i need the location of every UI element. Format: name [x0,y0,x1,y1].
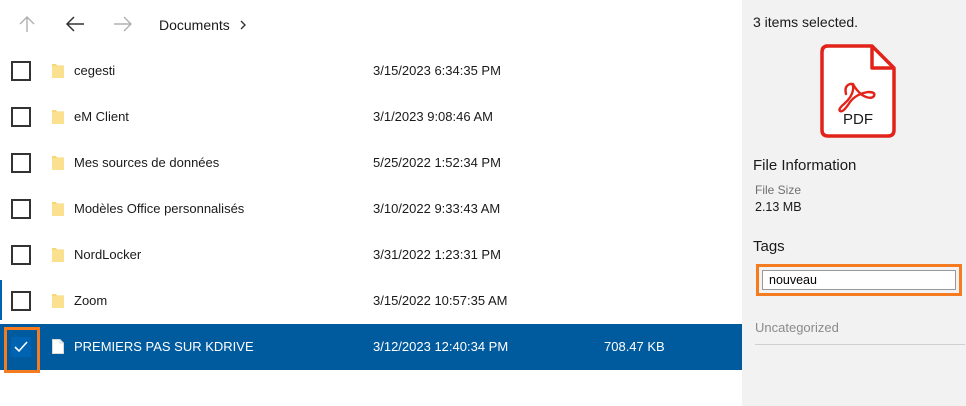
folder-icon [52,248,64,262]
row-checkbox-checked[interactable] [11,337,31,357]
row-checkbox[interactable] [11,245,31,265]
checkmark-icon [14,341,28,353]
list-item[interactable]: cegesti 3/15/2023 6:34:35 PM [0,48,742,94]
arrow-right-icon[interactable] [109,10,137,38]
folder-icon [52,110,64,124]
category-label[interactable]: Uncategorized [755,320,839,335]
tags-input-highlight [756,264,962,296]
pdf-label: PDF [843,111,873,128]
folder-icon [52,64,64,78]
file-date: 3/15/2022 10:57:35 AM [373,293,508,308]
row-checkbox[interactable] [11,107,31,127]
breadcrumb-documents[interactable]: Documents [159,17,230,33]
list-item[interactable]: NordLocker 3/31/2022 1:23:31 PM [0,232,742,278]
file-name: PREMIERS PAS SUR KDRIVE [74,339,254,354]
file-browser-pane: Documents cegesti 3/15/2023 6:34:35 PM e… [0,0,742,406]
file-name: NordLocker [74,247,142,262]
file-name: Modèles Office personnalisés [74,201,245,216]
file-information-heading: File Information [753,157,857,174]
list-item[interactable]: Mes sources de données 5/25/2022 1:52:34… [0,140,742,186]
tags-input[interactable] [762,270,956,290]
file-date: 3/15/2023 6:34:35 PM [373,63,501,78]
file-date: 3/31/2022 1:23:31 PM [373,247,501,262]
file-size-value: 2.13 MB [755,200,802,214]
list-item[interactable]: eM Client 3/1/2023 9:08:46 AM [0,94,742,140]
file-date: 3/12/2023 12:40:34 PM [373,339,509,354]
file-date: 3/1/2023 9:08:46 AM [373,109,493,124]
navigation-bar: Documents [0,0,742,48]
file-name: eM Client [74,109,129,124]
tags-heading: Tags [753,238,785,255]
folder-icon [52,156,64,170]
file-size: 708.47 KB [604,339,665,354]
file-name: Mes sources de données [74,155,220,170]
arrow-left-icon[interactable] [61,10,89,38]
folder-icon [52,202,64,216]
folder-icon [52,294,64,308]
row-checkbox[interactable] [11,61,31,81]
selection-count: 3 items selected. [753,14,859,30]
file-date: 3/10/2022 9:33:43 AM [373,201,501,216]
row-checkbox[interactable] [11,153,31,173]
divider [755,344,965,345]
arrow-up-icon[interactable] [13,10,41,38]
file-date: 5/25/2022 1:52:34 PM [373,155,501,170]
file-name: cegesti [74,63,116,78]
pdf-file-icon: PDF [820,44,896,138]
scroll-indicator [0,280,2,320]
list-item[interactable]: Modèles Office personnalisés 3/10/2022 9… [0,186,742,232]
file-list: cegesti 3/15/2023 6:34:35 PM eM Client 3… [0,48,742,370]
file-name: Zoom [74,293,108,308]
document-icon [52,339,64,354]
details-pane: 3 items selected. PDF File Information F… [742,0,966,406]
chevron-right-icon[interactable] [238,19,248,31]
breadcrumb: Documents [159,17,248,33]
file-size-label: File Size [755,183,802,197]
list-item[interactable]: Zoom 3/15/2022 10:57:35 AM [0,278,742,324]
row-checkbox[interactable] [11,291,31,311]
list-item-selected[interactable]: PREMIERS PAS SUR KDRIVE 3/12/2023 12:40:… [0,324,742,370]
row-checkbox[interactable] [11,199,31,219]
